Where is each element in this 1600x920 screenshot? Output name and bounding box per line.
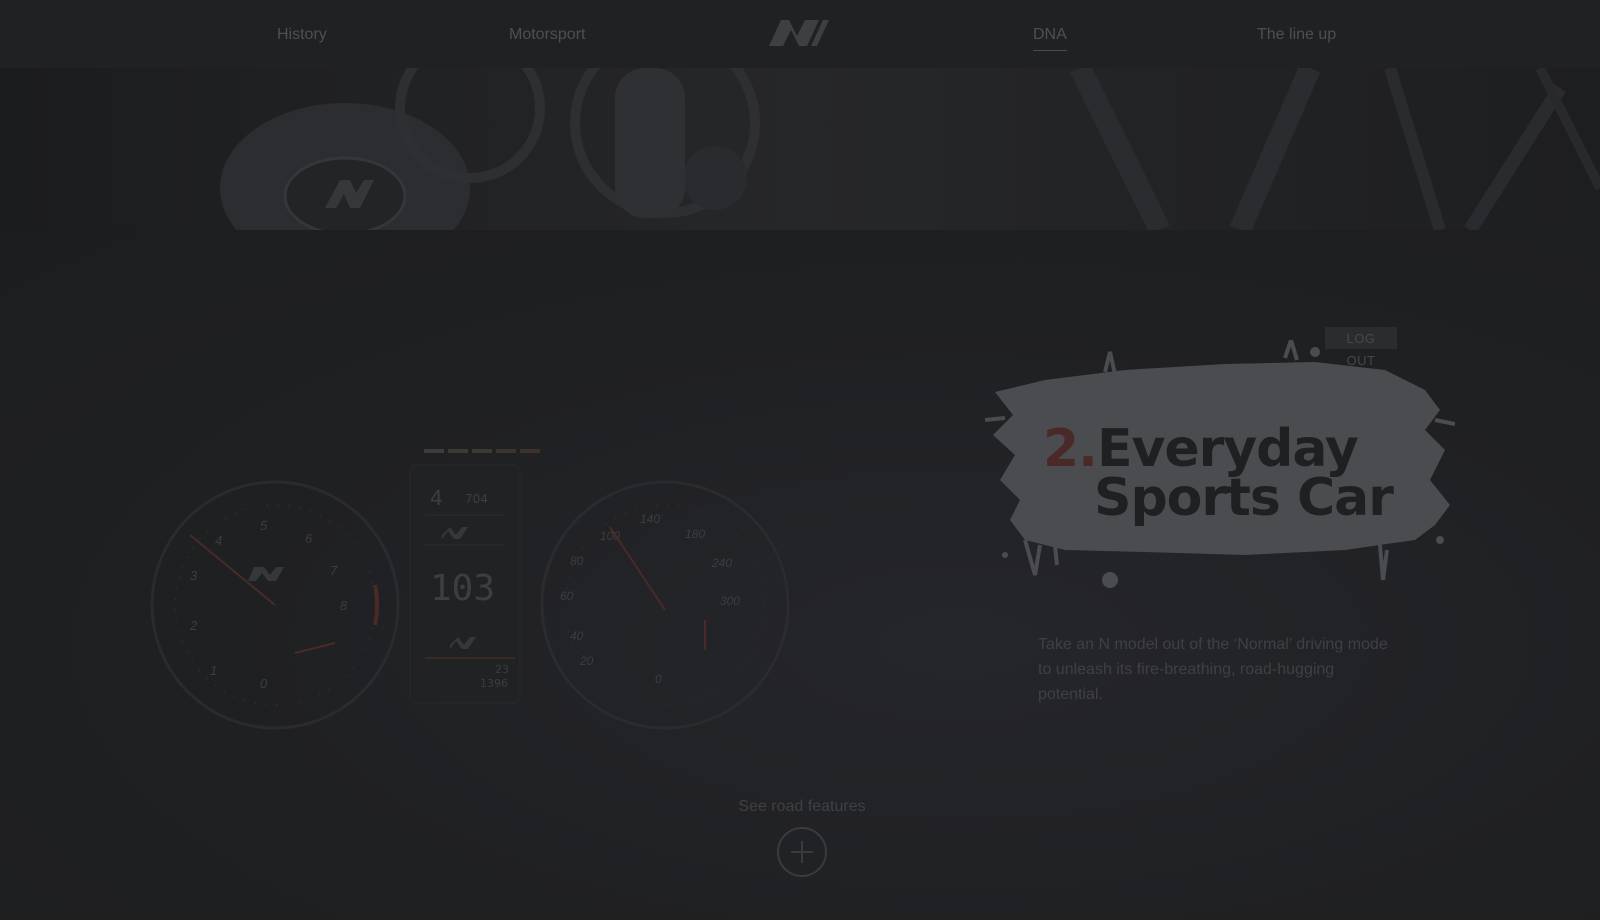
section-number: 2. <box>1043 419 1098 479</box>
n-mode-dashboard-illustration: 1 2 3 4 5 6 7 8 0 4 704 103 23 1396 20 4… <box>150 449 790 730</box>
tach-label-7: 7 <box>330 563 338 578</box>
hero-banner <box>0 68 1600 230</box>
headline-line-2: Sports Car <box>1094 468 1394 528</box>
section-description: Take an N model out of the ‘Normal’ driv… <box>1038 636 1388 703</box>
range-readout: 704 <box>465 492 488 506</box>
tach-label-0: 0 <box>260 676 268 691</box>
speedo-label-60: 60 <box>560 589 574 603</box>
tachometer-gauge: 1 2 3 4 5 6 7 8 0 <box>150 480 400 730</box>
speedo-label-40: 40 <box>570 629 584 643</box>
tach-label-3: 3 <box>190 568 198 583</box>
nav-lineup-link[interactable]: The line up <box>1257 26 1336 44</box>
nav-history-link[interactable]: History <box>277 26 327 44</box>
center-info-display: 4 704 103 23 1396 <box>409 464 521 704</box>
odometer-readout: 1396 <box>480 677 508 690</box>
speedo-label-140: 140 <box>640 512 660 526</box>
speedo-label-0: 0 <box>655 672 662 686</box>
speedo-label-240: 240 <box>711 556 732 570</box>
speedo-label-80: 80 <box>570 554 584 568</box>
speedometer-gauge: 20 40 60 80 100 140 180 240 300 0 <box>540 480 790 730</box>
speedo-label-100: 100 <box>600 529 620 543</box>
top-navigation: History Motorsport DNA The line up <box>0 0 1600 68</box>
tach-label-6: 6 <box>305 531 313 546</box>
see-road-features-label[interactable]: See road features <box>0 798 1600 816</box>
nav-dna-link[interactable]: DNA <box>1033 26 1067 51</box>
n-brand-logo-icon[interactable] <box>767 16 833 50</box>
tach-label-5: 5 <box>260 518 268 533</box>
nav-motorsport-link[interactable]: Motorsport <box>509 26 585 44</box>
plus-circle-icon[interactable] <box>777 827 827 877</box>
speedo-label-300: 300 <box>720 594 740 608</box>
tach-label-1: 1 <box>210 663 217 678</box>
speed-readout: 103 <box>430 568 495 609</box>
hero-interior-photo <box>0 68 1600 230</box>
tach-label-4: 4 <box>215 533 222 548</box>
n-badge-icon <box>248 567 284 581</box>
tach-label-8: 8 <box>340 598 348 613</box>
section-headline: 2.Everyday Sports Car <box>1043 423 1394 528</box>
gear-indicator: 4 <box>430 486 443 510</box>
speedo-label-180: 180 <box>685 527 705 541</box>
dna-section: 1 2 3 4 5 6 7 8 0 4 704 103 23 1396 20 4… <box>0 230 1600 920</box>
temperature-readout: 23 <box>495 663 509 676</box>
speedo-label-20: 20 <box>579 654 594 668</box>
tach-label-2: 2 <box>189 618 198 633</box>
n-mode-indicator-bar <box>424 449 540 453</box>
